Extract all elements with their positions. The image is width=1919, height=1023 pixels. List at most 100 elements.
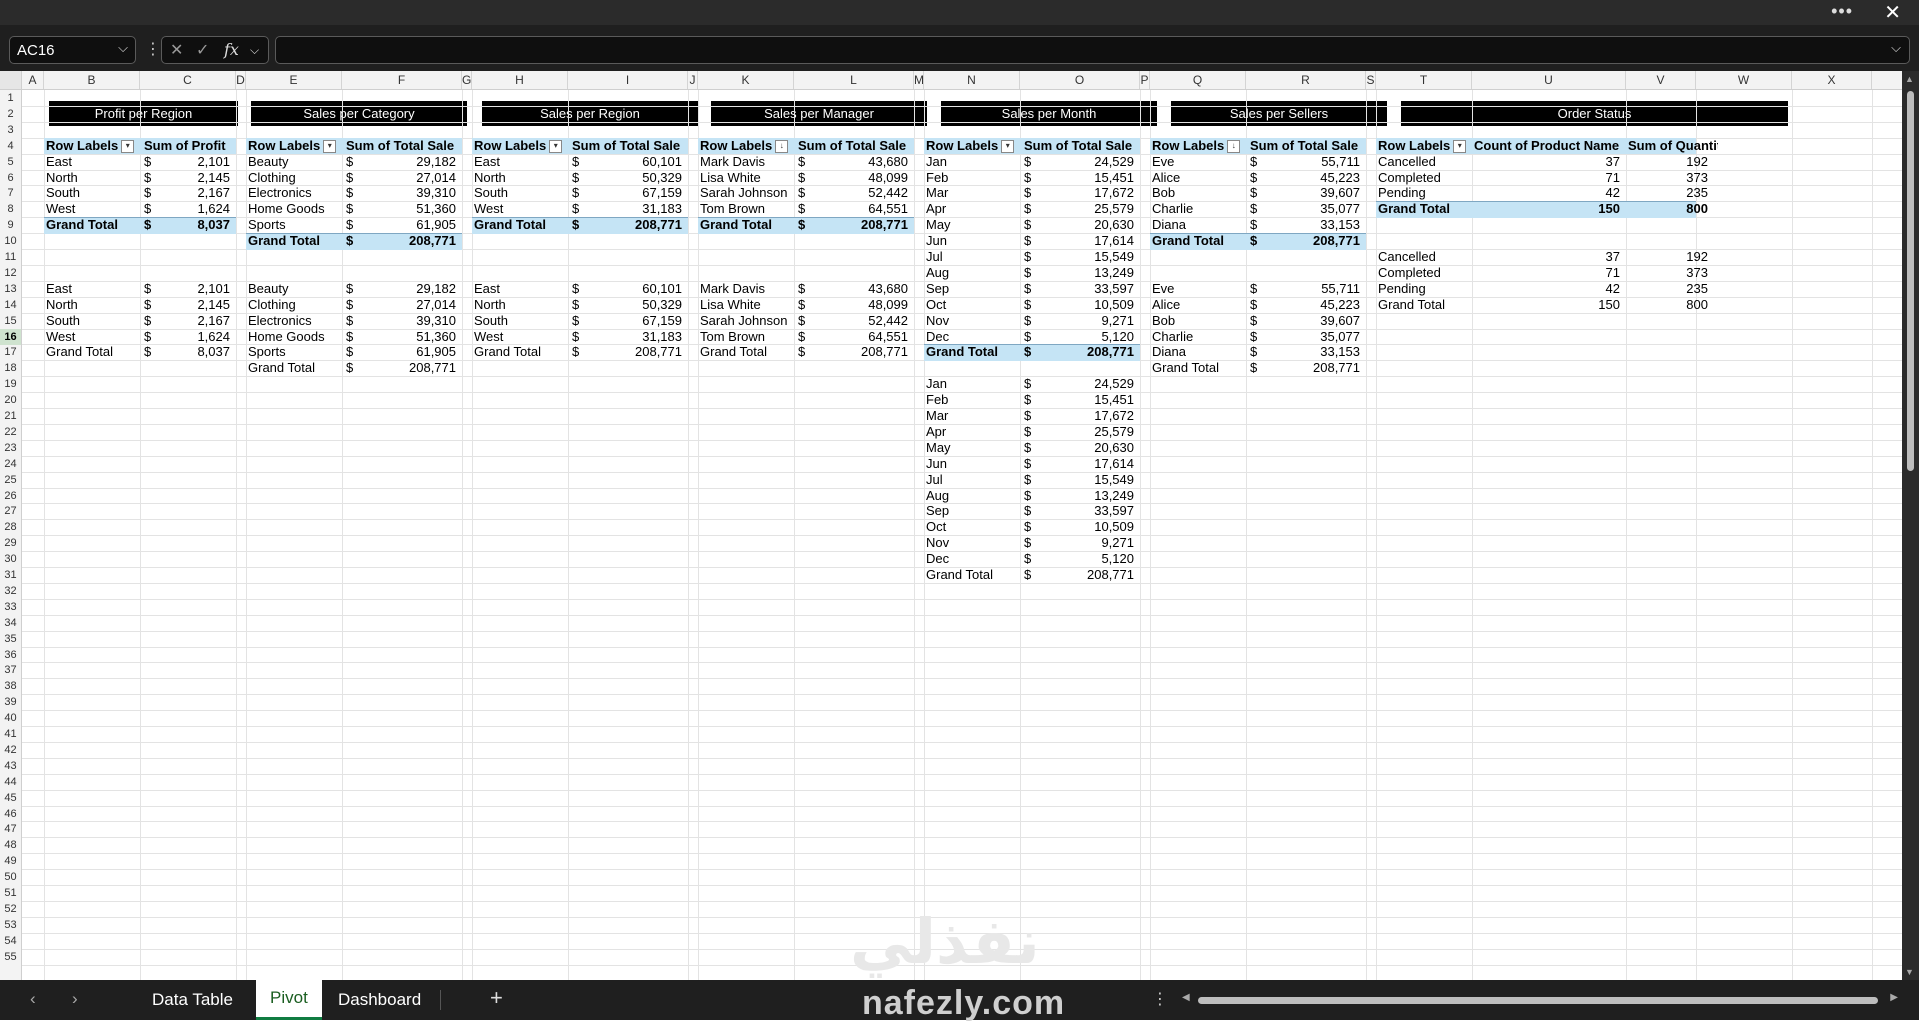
copy-label[interactable]: Alice [1152,297,1244,313]
vertical-dots-icon[interactable]: ⋮ [1152,989,1168,1009]
currency-symbol[interactable]: $ [346,185,360,201]
grand-total-label[interactable]: Grand Total [248,233,340,249]
row-header[interactable]: 47 [0,821,21,837]
scroll-thumb[interactable] [1198,997,1878,1004]
currency-symbol[interactable]: $ [1250,360,1264,376]
currency-symbol[interactable]: $ [572,344,586,360]
currency-symbol[interactable]: $ [1024,567,1038,583]
scroll-up-icon[interactable]: ▲ [1905,74,1914,84]
row-label[interactable]: West [46,201,138,217]
copy-label[interactable]: Apr [926,424,1018,440]
row-header[interactable]: 27 [0,503,21,519]
copy-label[interactable]: Cancelled [1378,249,1470,265]
copy-label[interactable]: Tom Brown [700,329,792,345]
row-header[interactable]: 20 [0,392,21,408]
copy-value[interactable]: 2,101 [158,281,230,297]
currency-symbol[interactable]: $ [1024,535,1038,551]
copy-label[interactable]: Lisa White [700,297,792,313]
row-label[interactable]: Sep [926,281,1018,297]
row-header[interactable]: 49 [0,853,21,869]
column-header[interactable]: A [22,71,44,89]
confirm-icon[interactable]: ✓ [196,40,209,60]
status-qty[interactable]: 235 [1628,185,1708,201]
row-header[interactable]: 3 [0,122,21,138]
row-header[interactable]: 31 [0,567,21,583]
row-header[interactable]: 7 [0,185,21,201]
row-label[interactable]: Eve [1152,154,1244,170]
copy-value[interactable]: 51,360 [360,329,456,345]
currency-symbol[interactable]: $ [1024,201,1038,217]
insert-function-icon[interactable]: fx [224,40,239,59]
tab-dashboard[interactable]: Dashboard [324,980,435,1020]
currency-symbol[interactable]: $ [1024,440,1038,456]
grand-total-value[interactable]: 208,771 [360,233,456,249]
row-value[interactable]: 35,077 [1264,201,1360,217]
copy-label[interactable]: Jul [926,472,1018,488]
row-label[interactable]: South [46,185,138,201]
row-value[interactable]: 52,442 [812,185,908,201]
row-value[interactable]: 20,630 [1038,217,1134,233]
row-value[interactable]: 9,271 [1038,313,1134,329]
copy-label[interactable]: Clothing [248,297,340,313]
row-header[interactable]: 16 [0,328,21,345]
currency-symbol[interactable]: $ [346,217,360,233]
grand-total-count[interactable]: 150 [1474,201,1620,217]
row-header[interactable]: 17 [0,344,21,360]
name-box[interactable]: AC16 ⌵ [9,36,136,64]
row-labels-header[interactable]: Row Labels ▾ [46,138,138,154]
currency-symbol[interactable]: $ [1024,519,1038,535]
copy-label[interactable]: Diana [1152,344,1244,360]
row-label[interactable]: Aug [926,265,1018,281]
column-header[interactable]: M [914,71,924,89]
currency-symbol[interactable]: $ [346,233,360,249]
row-value[interactable]: 13,249 [1038,265,1134,281]
value-header[interactable]: Sum of Total Sale [798,138,912,154]
filter-dropdown-icon[interactable]: ▾ [323,139,337,153]
copy-total-label[interactable]: Grand Total [1378,297,1470,313]
copy-label[interactable]: Sarah Johnson [700,313,792,329]
copy-qty[interactable]: 373 [1628,265,1708,281]
copy-value[interactable]: 9,271 [1038,535,1134,551]
currency-symbol[interactable]: $ [346,154,360,170]
copy-value[interactable]: 2,145 [158,297,230,313]
select-all-corner[interactable] [0,71,22,90]
currency-symbol[interactable]: $ [1250,201,1264,217]
column-header[interactable]: E [246,71,342,89]
copy-label[interactable]: Charlie [1152,329,1244,345]
row-label[interactable]: Jul [926,249,1018,265]
copy-qty[interactable]: 192 [1628,249,1708,265]
currency-symbol[interactable]: $ [1024,170,1038,186]
copy-total-value[interactable]: 8,037 [158,344,230,360]
copy-value[interactable]: 13,249 [1038,488,1134,504]
copy-label[interactable]: East [46,281,138,297]
copy-value[interactable]: 64,551 [812,329,908,345]
row-header[interactable]: 11 [0,249,21,265]
row-value[interactable]: 39,607 [1264,185,1360,201]
status-qty[interactable]: 373 [1628,170,1708,186]
row-labels-header[interactable]: Row Labels ▾ [248,138,340,154]
column-header[interactable]: P [1140,71,1150,89]
status-count[interactable]: 37 [1474,154,1620,170]
currency-symbol[interactable]: $ [1024,297,1038,313]
currency-symbol[interactable]: $ [1024,424,1038,440]
copy-label[interactable]: West [474,329,566,345]
grand-total-label[interactable]: Grand Total [700,217,792,233]
copy-total-label[interactable]: Grand Total [1152,360,1244,376]
row-header[interactable]: 2 [0,106,21,122]
row-value[interactable]: 17,614 [1038,233,1134,249]
row-header[interactable]: 52 [0,901,21,917]
row-label[interactable]: Alice [1152,170,1244,186]
column-header[interactable]: T [1376,71,1472,89]
row-value[interactable]: 29,182 [360,154,456,170]
copy-value[interactable]: 50,329 [586,297,682,313]
copy-label[interactable]: Jan [926,376,1018,392]
column-header[interactable]: J [688,71,698,89]
column-header[interactable]: Q [1150,71,1246,89]
row-value[interactable]: 60,101 [586,154,682,170]
grand-total-qty[interactable]: 800 [1628,201,1708,217]
row-label[interactable]: Lisa White [700,170,792,186]
currency-symbol[interactable]: $ [144,201,158,217]
row-header[interactable]: 35 [0,631,21,647]
row-label[interactable]: Sarah Johnson [700,185,792,201]
copy-value[interactable]: 52,442 [812,313,908,329]
